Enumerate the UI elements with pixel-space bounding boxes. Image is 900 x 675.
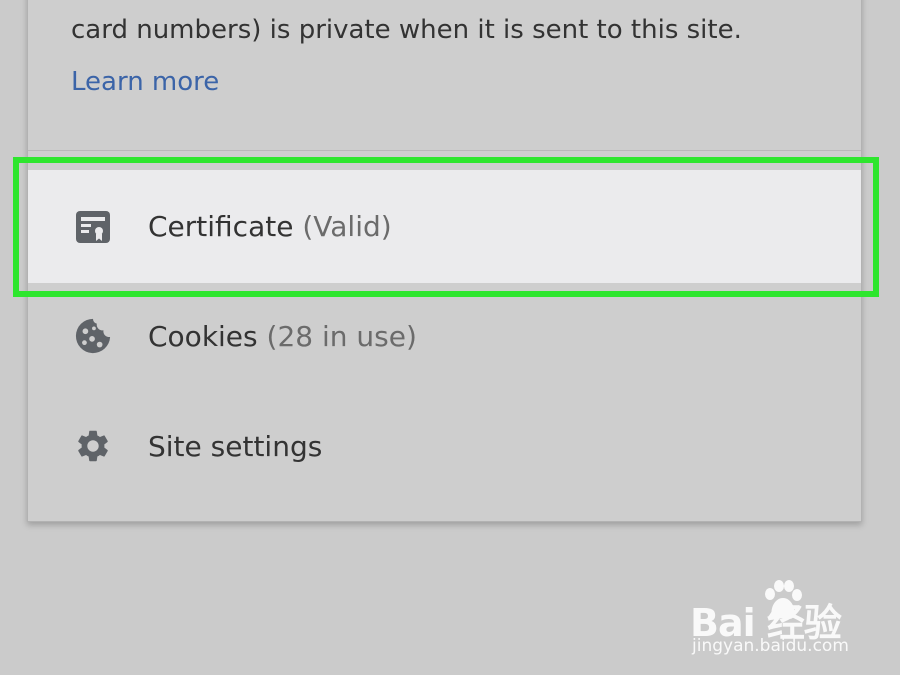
- cookies-label: Cookies (28 in use): [148, 320, 417, 353]
- certificate-title: Certificate: [148, 210, 294, 243]
- cookies-count: (28 in use): [266, 319, 417, 353]
- cookies-row[interactable]: Cookies (28 in use): [28, 281, 861, 391]
- cookies-title: Cookies: [148, 319, 258, 353]
- gear-icon: [74, 427, 112, 465]
- cookie-icon: [74, 317, 112, 355]
- certificate-row[interactable]: Certificate (Valid): [28, 170, 861, 283]
- baidu-watermark: Bai 经验 jingyan.baidu.com: [690, 580, 890, 660]
- site-info-popup: card numbers) is private when it is sent…: [27, 0, 862, 522]
- certificate-icon: [74, 208, 112, 246]
- site-settings-label: Site settings: [148, 429, 323, 463]
- privacy-description: card numbers) is private when it is sent…: [71, 15, 742, 45]
- site-settings-row[interactable]: Site settings: [28, 391, 861, 501]
- divider: [28, 150, 861, 151]
- watermark-domain: jingyan.baidu.com: [692, 636, 849, 656]
- learn-more-link[interactable]: Learn more: [71, 64, 219, 100]
- certificate-status: (Valid): [302, 210, 392, 243]
- certificate-label: Certificate (Valid): [148, 210, 392, 243]
